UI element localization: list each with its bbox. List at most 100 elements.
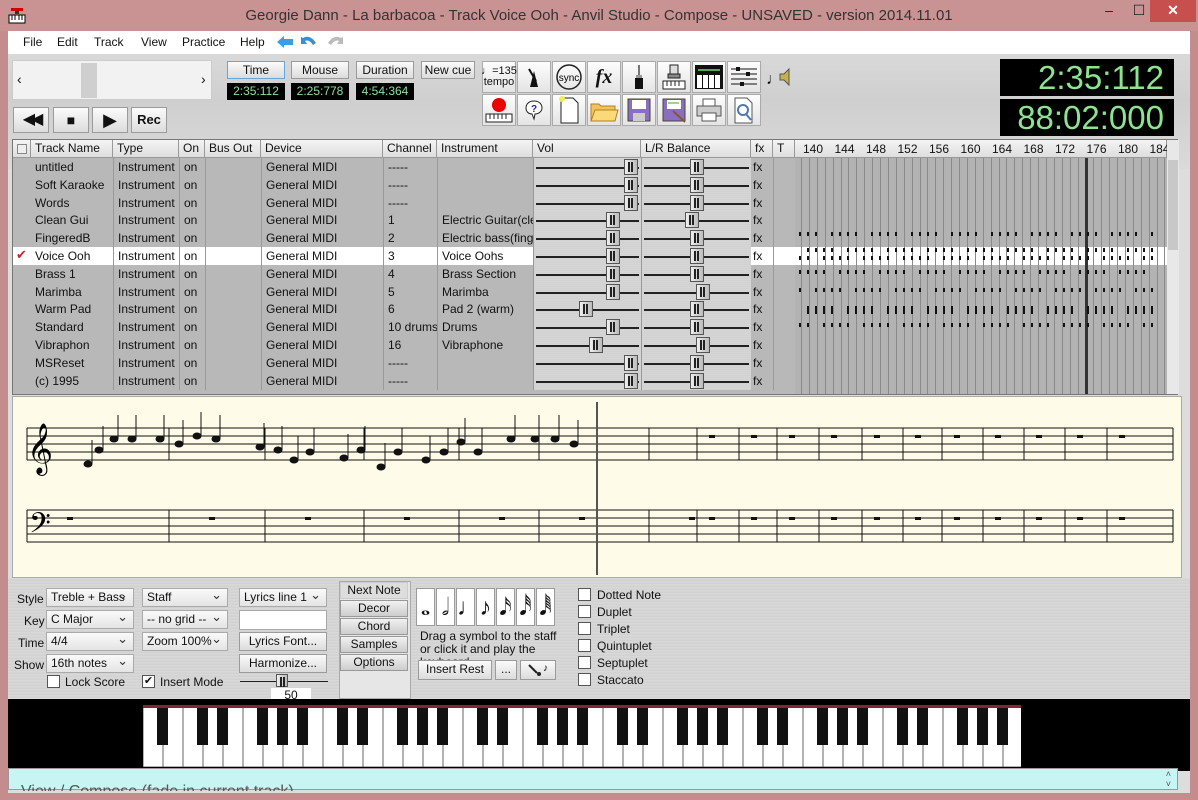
time-button[interactable]: Time <box>227 61 285 79</box>
slider-knob[interactable] <box>624 159 638 175</box>
column-header-type[interactable]: Type <box>113 140 179 158</box>
volume-slider[interactable] <box>533 336 641 354</box>
slider-knob[interactable] <box>605 283 620 300</box>
track-channel[interactable]: 2 <box>383 229 437 248</box>
option-checkbox-septuplet[interactable] <box>578 656 591 669</box>
black-key[interactable] <box>397 705 408 745</box>
column-header-bus-out[interactable]: Bus Out <box>205 140 261 158</box>
piano-keyboard[interactable] <box>143 705 1021 767</box>
track-instrument[interactable]: Marimba <box>437 282 533 301</box>
show-select[interactable]: 16th notes <box>46 652 134 673</box>
balance-slider[interactable] <box>641 158 751 176</box>
track-t-cell[interactable] <box>773 247 795 265</box>
black-key[interactable] <box>157 705 168 745</box>
black-key[interactable] <box>437 705 448 745</box>
track-bus[interactable] <box>205 282 261 301</box>
zoom-select[interactable]: Zoom 100% <box>142 630 228 651</box>
redo-icon[interactable] <box>326 34 344 48</box>
volume-slider[interactable] <box>533 158 641 176</box>
track-on[interactable]: on <box>179 247 205 265</box>
new-file-button[interactable] <box>552 94 586 126</box>
track-name[interactable]: Warm Pad <box>31 300 113 318</box>
metronome-button[interactable] <box>517 61 551 93</box>
menu-file[interactable]: File <box>23 35 42 49</box>
track-name[interactable]: Voice Ooh <box>31 247 113 265</box>
track-instrument[interactable] <box>437 158 533 176</box>
track-t-cell[interactable] <box>773 336 795 354</box>
track-name[interactable]: Clean Gui <box>31 211 113 229</box>
menu-help[interactable]: Help <box>240 35 265 49</box>
option-checkbox-staccato[interactable] <box>578 673 591 686</box>
track-bus[interactable] <box>205 247 261 265</box>
black-key[interactable] <box>777 705 788 745</box>
black-key[interactable] <box>857 705 868 745</box>
track-fx-button[interactable]: fx <box>751 300 773 319</box>
black-key[interactable] <box>557 705 568 745</box>
black-key[interactable] <box>677 705 688 745</box>
back-arrow-icon[interactable] <box>276 35 294 49</box>
track-t-cell[interactable] <box>773 193 795 212</box>
slider-knob[interactable] <box>690 176 705 193</box>
track-t-cell[interactable] <box>773 229 795 248</box>
track-type[interactable]: Instrument <box>113 247 179 265</box>
track-t-cell[interactable] <box>773 300 795 319</box>
track-type[interactable]: Instrument <box>113 175 179 194</box>
microphone-note-button[interactable]: ♪ <box>520 660 556 680</box>
slider-knob[interactable] <box>684 212 699 229</box>
slider-knob[interactable] <box>588 337 603 353</box>
track-type[interactable]: Instrument <box>113 300 179 319</box>
help-button[interactable]: ? <box>517 94 551 126</box>
black-key[interactable] <box>917 705 928 745</box>
grid-select[interactable]: -- no grid -- <box>142 608 228 629</box>
track-bus[interactable] <box>205 371 261 390</box>
track-type[interactable]: Instrument <box>113 282 179 301</box>
slider-knob[interactable] <box>690 230 705 247</box>
volume-slider[interactable] <box>533 229 641 248</box>
track-name[interactable]: MSReset <box>31 354 113 372</box>
style-select[interactable]: Treble + Bass <box>46 586 134 607</box>
eighth-note-icon[interactable]: ♪ <box>476 588 495 626</box>
quarter-note-icon[interactable]: ♩ <box>456 588 481 626</box>
track-channel[interactable]: 10 drums <box>383 318 437 337</box>
track-t-cell[interactable] <box>773 158 795 176</box>
black-key[interactable] <box>477 705 488 745</box>
volume-slider[interactable] <box>533 193 641 212</box>
track-channel[interactable]: ----- <box>383 353 437 372</box>
track-channel[interactable]: 16 <box>383 336 437 354</box>
track-device[interactable]: General MIDI <box>261 158 383 176</box>
track-row[interactable]: MSReset Instrument on General MIDI ----- fx <box>13 353 795 372</box>
track-fx-button[interactable]: fx <box>751 247 773 265</box>
slider-knob[interactable] <box>690 354 705 371</box>
track-device[interactable]: General MIDI <box>261 229 383 248</box>
tab-options[interactable]: Options <box>340 654 408 671</box>
record-button[interactable]: Rec <box>131 107 167 133</box>
track-device[interactable]: General MIDI <box>261 264 383 283</box>
column-header-device[interactable]: Device <box>261 140 383 158</box>
balance-slider[interactable] <box>641 300 751 319</box>
slider-knob[interactable] <box>690 319 705 336</box>
track-device[interactable]: General MIDI <box>261 247 383 265</box>
track-instrument[interactable]: Vibraphone <box>437 336 533 354</box>
track-on[interactable]: on <box>179 282 205 301</box>
track-type[interactable]: Instrument <box>113 371 179 390</box>
track-name[interactable]: Vibraphon <box>31 336 113 354</box>
track-on[interactable]: on <box>179 336 205 354</box>
print-preview-button[interactable] <box>727 94 761 126</box>
track-channel[interactable]: 4 <box>383 264 437 283</box>
track-type[interactable]: Instrument <box>113 193 179 212</box>
black-key[interactable] <box>617 705 628 745</box>
menu-view[interactable]: View <box>141 35 167 49</box>
volume-slider[interactable] <box>533 247 641 265</box>
track-channel[interactable]: ----- <box>383 158 437 176</box>
slider-knob[interactable] <box>605 212 620 229</box>
status-scroll-arrows[interactable]: ˄ ˅ <box>1166 769 1171 789</box>
slider-knob[interactable] <box>624 372 638 389</box>
slider-knob[interactable] <box>605 265 620 282</box>
audio-input-button[interactable] <box>622 61 656 93</box>
track-name[interactable]: Standard <box>31 318 113 336</box>
track-row[interactable]: Vibraphon Instrument on General MIDI 16 Vibra… <box>13 336 795 354</box>
black-key[interactable] <box>197 705 208 745</box>
track-t-cell[interactable] <box>773 282 795 301</box>
synthesizer-button[interactable] <box>692 61 726 93</box>
more-button[interactable]: ... <box>495 660 517 680</box>
